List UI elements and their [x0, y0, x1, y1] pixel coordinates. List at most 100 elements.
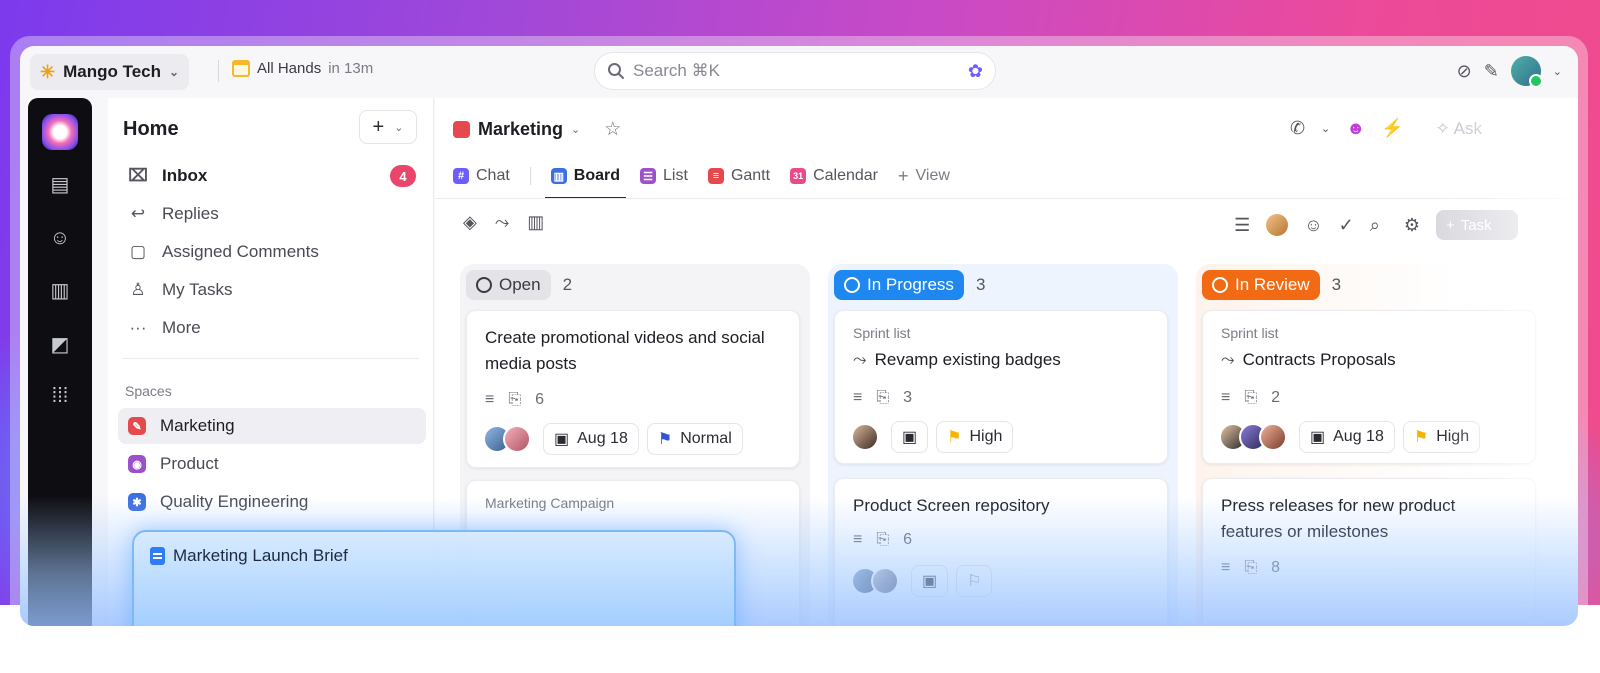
task-card[interactable]: Sprint list ⤳ Contracts Proposals ≡ ⎘ 2 — [1202, 310, 1536, 464]
description-icon: ≡ — [1221, 559, 1231, 576]
search-icon[interactable]: ⌕ — [1370, 215, 1380, 236]
tab-chat[interactable]: # Chat — [453, 156, 510, 196]
ask-ai-button[interactable]: ✧ Ask — [1436, 119, 1482, 139]
task-card[interactable]: Sprint list ⤳ Revamp existing badges ≡ ⎘ … — [834, 310, 1168, 464]
page-title[interactable]: Marketing — [478, 119, 563, 140]
sidebar-item-more[interactable]: ··· More — [118, 310, 426, 346]
tab-label: View — [915, 167, 950, 184]
subtask-icon: ⤳ — [853, 350, 867, 369]
board-toolbar-right: ☰ ☺ ✓ ⌕ ⚙ + Task — [1234, 210, 1518, 240]
automation-bolt-icon[interactable]: ⚡ — [1381, 118, 1403, 139]
chevron-down-icon[interactable]: ⌄ — [1553, 65, 1562, 78]
check-circle-plus-icon[interactable]: ⊘ — [1457, 61, 1472, 82]
assignee-filter-avatar[interactable] — [1266, 214, 1289, 236]
assignee-avatars[interactable] — [851, 423, 879, 451]
space-header: Marketing ⌄ ☆ — [453, 118, 621, 141]
tab-board[interactable]: ▥ Board — [544, 156, 627, 199]
task-chips: ▣ Aug 18 ⚑ Normal — [483, 423, 743, 455]
settings-gear-icon[interactable]: ⚙ — [1404, 215, 1420, 236]
sidebar-item-label: Replies — [162, 204, 219, 223]
tab-gantt[interactable]: ≡ Gantt — [707, 156, 770, 196]
chevron-down-icon[interactable]: ⌄ — [1321, 122, 1330, 135]
star-icon[interactable]: ☆ — [604, 118, 621, 141]
task-card[interactable]: Product Screen repository ≡ ⎘ 6 ▣ ⚐ — [834, 478, 1168, 626]
subtasks-icon[interactable]: ⤳ — [495, 212, 509, 233]
priority-chip[interactable]: ⚑ Normal — [646, 423, 743, 455]
ai-agent-icon[interactable]: ☻ — [1346, 118, 1365, 139]
assignee-avatars[interactable] — [851, 567, 899, 595]
dashboard-icon[interactable]: ▥ — [46, 276, 74, 304]
create-button[interactable]: + ⌄ — [359, 110, 417, 144]
status-pill-in-review[interactable]: In Review — [1202, 270, 1320, 300]
due-date-chip[interactable]: ▣ Aug 18 — [543, 423, 639, 455]
icon-rail: ▤ ☺ ▥ ◩ ⁞⁞⁞ — [28, 98, 92, 626]
flag-icon: ⚑ — [1413, 429, 1429, 446]
priority-chip[interactable]: ⚑ High — [1402, 421, 1481, 453]
space-marketing-icon — [453, 121, 470, 138]
user-avatar[interactable] — [1510, 56, 1543, 88]
assignee-avatars[interactable] — [1219, 423, 1287, 451]
sidebar-space-marketing[interactable]: ✎ Marketing — [118, 408, 426, 444]
add-task-button[interactable]: + Task — [1436, 210, 1518, 240]
hash-icon: # — [453, 168, 469, 184]
chevron-down-icon[interactable]: ⌄ — [571, 123, 580, 136]
space-label: Product — [160, 454, 219, 473]
sidebar-item-my-tasks[interactable]: ♙ My Tasks — [118, 272, 426, 308]
upcoming-event[interactable]: All Hands in 13m — [232, 60, 373, 77]
call-icon[interactable]: ✆ — [1290, 118, 1305, 139]
workspace-switcher[interactable]: ✳ Mango Tech ⌄ — [30, 54, 190, 90]
subtask-icon: ⤳ — [1221, 350, 1235, 369]
workspace-logo-icon: ✳ — [40, 61, 56, 82]
calendar-icon: ▣ — [1310, 429, 1326, 446]
priority-chip[interactable]: ⚐ — [956, 565, 993, 597]
layers-icon[interactable]: ◈ — [463, 212, 477, 233]
column-count: 3 — [975, 275, 986, 294]
view-tabs: # Chat ▥ Board ☰ List ≡ Gantt 31 Calenda… — [453, 156, 950, 199]
priority-chip[interactable]: ⚑ High — [936, 421, 1014, 453]
doc-popup[interactable]: Marketing Launch Brief — [132, 530, 736, 626]
priority-label: Normal — [680, 430, 732, 447]
ai-sparkle-icon[interactable]: ✿ — [968, 61, 983, 82]
tab-list[interactable]: ☰ List — [640, 156, 688, 196]
description-icon: ≡ — [1221, 389, 1231, 406]
task-card[interactable]: Press releases for new product features … — [1202, 478, 1536, 626]
edit-icon[interactable]: ✎ — [1484, 61, 1499, 82]
column-header: Open 2 — [466, 270, 572, 300]
tab-calendar[interactable]: 31 Calendar — [790, 156, 878, 196]
filter-icon[interactable]: ☰ — [1234, 215, 1250, 236]
sidebar-space-quality-engineering[interactable]: ✱ Quality Engineering — [118, 484, 426, 520]
due-date-chip[interactable]: ▣ — [911, 565, 949, 597]
people-icon[interactable]: ☺ — [1304, 215, 1322, 236]
tab-label: Chat — [476, 167, 510, 184]
check-circle-icon[interactable]: ✓ — [1339, 215, 1354, 236]
sidebar-title: Home — [123, 118, 179, 140]
list-name: Marketing Campaign — [485, 495, 615, 511]
tabs-underline — [435, 198, 1578, 199]
assignee-avatars[interactable] — [483, 425, 531, 453]
sidebar-item-label: Assigned Comments — [162, 242, 319, 261]
status-pill-in-progress[interactable]: In Progress — [834, 270, 964, 300]
comment-icon: ▢ — [129, 242, 147, 261]
top-bar: ✳ Mango Tech ⌄ All Hands in 13m Search ⌘… — [20, 46, 1578, 96]
search-bar[interactable]: Search ⌘K ✿ — [594, 52, 996, 90]
sidebar-item-assigned-comments[interactable]: ▢ Assigned Comments — [118, 234, 426, 270]
more-dots-icon: ··· — [129, 318, 147, 337]
whiteboard-icon[interactable]: ◩ — [46, 330, 74, 358]
task-meta: ≡ ⎘ 8 — [1221, 559, 1280, 577]
task-card[interactable]: Create promotional videos and social med… — [466, 310, 800, 468]
sidebar-item-inbox[interactable]: ⌧ Inbox 4 — [118, 158, 426, 194]
task-meta: ≡ ⎘ 6 — [853, 531, 912, 549]
columns-icon[interactable]: ▥ — [527, 212, 544, 233]
status-open-icon — [476, 277, 492, 293]
chat-icon[interactable]: ▤ — [46, 170, 74, 198]
tab-add-view[interactable]: + View — [898, 156, 950, 196]
teams-icon[interactable]: ☺ — [46, 224, 74, 252]
apps-grid-icon[interactable]: ⁞⁞⁞ — [46, 382, 74, 410]
attachment-icon: ⎘ — [1244, 389, 1258, 406]
home-icon[interactable] — [42, 114, 78, 150]
due-date-chip[interactable]: ▣ Aug 18 — [1299, 421, 1395, 453]
sidebar-space-product[interactable]: ◉ Product — [118, 446, 426, 482]
sidebar-item-replies[interactable]: ↩ Replies — [118, 196, 426, 232]
due-date-chip[interactable]: ▣ — [891, 421, 929, 453]
status-pill-open[interactable]: Open — [466, 270, 551, 300]
